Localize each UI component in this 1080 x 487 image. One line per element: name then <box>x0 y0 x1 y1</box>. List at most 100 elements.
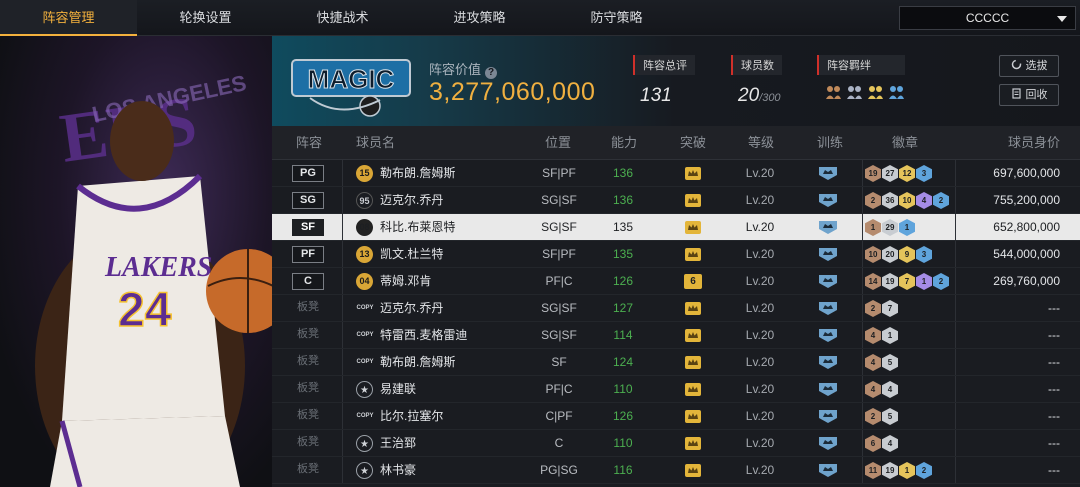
col-position[interactable]: 位置 <box>545 126 571 160</box>
divider <box>342 214 343 240</box>
table-row[interactable]: 板凳 ★ 林书豪 PG|SG 116 Lv.20 11 19 1 2 --- <box>272 457 1080 484</box>
player-illustration: ERS LOS ANGELES LAKERS 24 <box>35 70 272 487</box>
recycle-button[interactable]: 回收 <box>999 84 1059 106</box>
table-row[interactable]: SG 95 迈克尔.乔丹 SG|SF 136 Lv.20 2 36 10 4 2 755,200,00… <box>272 187 1080 214</box>
crown-icon <box>685 248 701 261</box>
player-name[interactable]: 科比.布莱恩特 <box>380 214 455 241</box>
player-position: SG|SF <box>541 220 577 234</box>
badge-bronze: 4 <box>865 327 881 344</box>
player-name[interactable]: 迈克尔.乔丹 <box>380 187 443 214</box>
badge-group: 10 20 9 3 <box>865 246 932 263</box>
divider <box>955 268 956 294</box>
table-row[interactable]: 板凳 COPY 特雷西.麦格雷迪 SG|SF 114 Lv.20 4 1 --- <box>272 322 1080 349</box>
badge-group: 11 19 1 2 <box>865 462 932 479</box>
slot-label: C <box>292 273 324 290</box>
training-icon[interactable] <box>818 301 838 316</box>
col-ability[interactable]: 能力 <box>611 126 637 160</box>
training-icon[interactable] <box>818 166 838 181</box>
player-count-max: /300 <box>759 92 781 104</box>
table-row[interactable]: 板凳 ★ 易建联 PF|C 110 Lv.20 4 4 --- <box>272 376 1080 403</box>
badge-purple: 1 <box>916 273 932 290</box>
divider <box>862 214 863 240</box>
player-position: PG|SG <box>540 463 578 477</box>
col-training[interactable]: 训练 <box>817 126 843 160</box>
team-dropdown[interactable]: CCCCC <box>899 6 1076 30</box>
tab-defense-strategy[interactable]: 防守策略 <box>548 0 685 36</box>
tab-quick-tactics[interactable]: 快捷战术 <box>274 0 411 36</box>
training-icon[interactable] <box>818 436 838 451</box>
divider <box>862 187 863 213</box>
jersey-number: 13 <box>356 246 373 263</box>
training-icon[interactable] <box>818 382 838 397</box>
player-name[interactable]: 比尔.拉塞尔 <box>380 403 443 430</box>
player-name[interactable]: 迈克尔.乔丹 <box>380 295 443 322</box>
tab-lineup-management[interactable]: 阵容管理 <box>0 0 137 36</box>
training-icon[interactable] <box>818 328 838 343</box>
badge-group: 2 36 10 4 2 <box>865 192 949 209</box>
tab-rotation-settings[interactable]: 轮换设置 <box>137 0 274 36</box>
chemistry-blue-icon[interactable] <box>888 83 905 100</box>
training-icon[interactable] <box>818 247 838 262</box>
crown-icon <box>685 464 701 477</box>
training-icon[interactable] <box>818 409 838 424</box>
select-button-label: 选拔 <box>1025 60 1048 72</box>
chemistry-gold-icon[interactable] <box>867 83 884 100</box>
training-icon[interactable] <box>818 220 838 235</box>
table-row[interactable]: 板凳 COPY 勒布朗.詹姆斯 SF 124 Lv.20 4 5 --- <box>272 349 1080 376</box>
player-ability: 135 <box>612 247 634 261</box>
table-row[interactable]: 板凳 COPY 比尔.拉塞尔 C|PF 126 Lv.20 2 5 --- <box>272 403 1080 430</box>
crown-icon <box>685 167 701 180</box>
team-logo-icon: MAGIC <box>291 59 411 117</box>
table-row[interactable]: 板凳 ★ 王治郅 C 110 Lv.20 6 4 --- <box>272 430 1080 457</box>
badge-bronze: 2 <box>865 408 881 425</box>
chemistry-bronze-icon[interactable] <box>825 83 842 100</box>
document-icon <box>1011 88 1021 99</box>
table-row[interactable]: SF 08 科比.布莱恩特 SG|SF 135 Lv.20 1 29 1 652,800,000 <box>272 214 1080 241</box>
featured-player-art: ERS LOS ANGELES LAKERS 24 <box>0 36 272 487</box>
divider <box>955 403 956 429</box>
training-icon[interactable] <box>818 193 838 208</box>
col-slot[interactable]: 阵容 <box>296 126 322 160</box>
divider <box>955 241 956 267</box>
player-name[interactable]: 蒂姆.邓肯 <box>380 268 431 295</box>
slot-label: 板凳 <box>297 409 319 421</box>
table-row[interactable]: C 04 蒂姆.邓肯 PF|C 126 6 Lv.20 14 19 7 1 2 269,760,000 <box>272 268 1080 295</box>
svg-text:MAGIC: MAGIC <box>308 64 395 94</box>
player-count-number: 20 <box>738 85 760 106</box>
table-row[interactable]: 板凳 COPY 迈克尔.乔丹 SG|SF 127 Lv.20 2 7 --- <box>272 295 1080 322</box>
player-name[interactable]: 林书豪 <box>380 457 416 484</box>
training-icon[interactable] <box>818 463 838 478</box>
badge-group: 64 <box>865 435 898 452</box>
slot-label: 板凳 <box>297 463 319 475</box>
player-name[interactable]: 凯文.杜兰特 <box>380 241 443 268</box>
col-breakthrough[interactable]: 突破 <box>680 126 706 160</box>
player-ability: 127 <box>612 301 634 315</box>
col-badges[interactable]: 徽章 <box>892 126 918 160</box>
badge-bronze: 4 <box>865 354 881 371</box>
table-row[interactable]: PF 13 凯文.杜兰特 SF|PF 135 Lv.20 10 20 9 3 544,000,000 <box>272 241 1080 268</box>
table-row[interactable]: PG 15 勒布朗.詹姆斯 SF|PF 136 Lv.20 19 27 12 3 697,600,0… <box>272 160 1080 187</box>
badge-bronze: 14 <box>865 273 881 290</box>
player-level: Lv.20 <box>745 193 775 207</box>
select-button[interactable]: 选拔 <box>999 55 1059 77</box>
chemistry-silver-icon[interactable] <box>846 83 863 100</box>
divider <box>862 322 863 348</box>
badge-bronze: 19 <box>865 165 881 182</box>
lineup-value-label: 阵容价值? <box>429 59 498 79</box>
col-level[interactable]: 等级 <box>748 126 774 160</box>
col-player-value[interactable]: 球员身价 <box>1008 126 1060 160</box>
badge-group: 45 <box>865 354 898 371</box>
training-icon[interactable] <box>818 355 838 370</box>
player-name[interactable]: 易建联 <box>380 376 416 403</box>
player-name[interactable]: 特雷西.麦格雷迪 <box>380 322 467 349</box>
divider <box>862 376 863 402</box>
crown-icon <box>685 356 701 369</box>
tab-offense-strategy[interactable]: 进攻策略 <box>411 0 548 36</box>
player-name[interactable]: 勒布朗.詹姆斯 <box>380 160 455 187</box>
player-name[interactable]: 王治郅 <box>380 430 416 457</box>
slot-label: 板凳 <box>297 382 319 394</box>
training-icon[interactable] <box>818 274 838 289</box>
divider <box>862 403 863 429</box>
player-name[interactable]: 勒布朗.詹姆斯 <box>380 349 455 376</box>
col-player-name[interactable]: 球员名 <box>356 126 395 160</box>
